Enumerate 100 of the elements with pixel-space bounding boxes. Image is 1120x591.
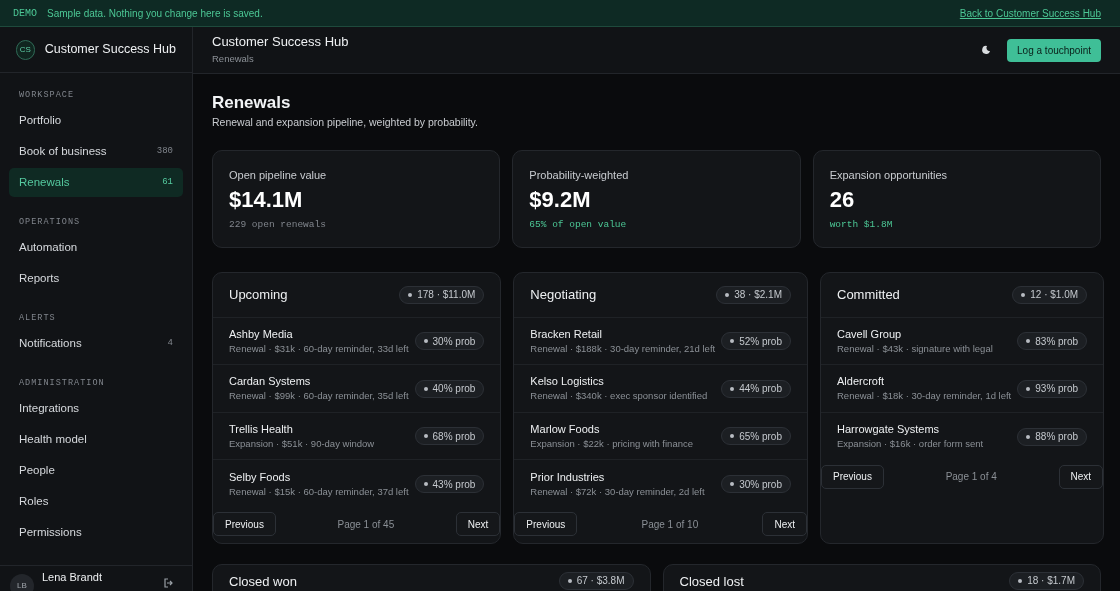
item-label: People [19,462,55,478]
count-pill: 65% prob [721,427,791,445]
demo-tag: DEMO [13,5,37,21]
item-count: 61 [162,175,173,189]
column-title: Closed won [229,572,297,591]
sidebar-item[interactable]: Book of business 380 [9,137,183,166]
account-detail: Expansion · $22k · pricing with finance [530,436,693,451]
sidebar-item[interactable]: Portfolio [9,106,183,135]
next-button[interactable]: Next [1058,464,1104,489]
stat-value: $14.1M [229,186,304,215]
count-pill: 88% prob [1017,427,1088,446]
sidebar-item[interactable]: Reports [9,264,183,293]
account-name: Kelso Logistics [530,374,605,388]
sidebar-item[interactable]: Permissions [9,518,183,547]
sidebar-item[interactable]: Notifications 4 [9,329,183,358]
sidebar-item[interactable]: Automation [9,233,183,262]
item-label: Roles [19,493,49,509]
account-name: Ashby Media [229,326,294,341]
account-name: Aldercroft [837,374,886,388]
account-detail: Renewal · $15k · 60-day reminder, 37d left [229,484,409,499]
moon-icon[interactable] [981,45,992,55]
column-title: Committed [837,286,900,304]
column-title: Upcoming [229,286,288,304]
section-heading: ADMINISTRATION [18,377,106,391]
item-label: Notifications [19,335,82,351]
item-label: Integrations [19,400,80,416]
count-pill: 18 · $1.7M [1009,571,1084,590]
count-pill: 38 · $2.1M [716,285,791,304]
count-pill: 68% prob [414,427,485,445]
stat-value: 26 [829,186,856,215]
item-label: Reports [19,270,60,286]
account-name: Marlow Foods [530,421,601,436]
count-pill: 93% prob [1017,379,1088,398]
app-name: Customer Success Hub [44,41,176,59]
account-detail: Renewal · $31k · 60-day reminder, 33d left [229,341,409,356]
sidebar-item[interactable]: Roles [9,487,183,516]
stat-label: Open pipeline value [229,167,328,183]
account-detail: Renewal · $99k · 60-day reminder, 35d left [229,389,409,403]
account-name: Harrowgate Systems [837,422,941,436]
sidebar-item[interactable]: Renewals 61 [9,168,183,197]
logo-badge: CS [16,39,35,60]
item-label: Portfolio [19,112,62,128]
account-name: Trellis Health [229,421,294,436]
count-pill: 52% prob [721,332,791,350]
item-count: 4 [167,336,173,350]
stat-label: Expansion opportunities [829,167,949,183]
stat-note: 229 open renewals [229,218,327,233]
breadcrumb: Renewals [212,52,255,67]
account-detail: Expansion · $16k · order form sent [837,437,984,451]
page-title: Renewals [212,93,292,113]
count-pill: 44% prob [721,379,791,398]
stat-note: 65% of open value [529,218,628,233]
account-detail: Expansion · $51k · 90-day window [229,436,375,451]
item-label: Permissions [19,524,82,540]
count-pill: 67 · $3.8M [558,571,634,590]
previous-button[interactable]: Previous [821,464,884,489]
count-pill: 30% prob [721,475,791,493]
stat-value: $9.2M [529,186,592,215]
count-pill: 43% prob [414,475,485,493]
back-link[interactable]: Back to Customer Success Hub [959,5,1101,21]
item-label: Renewals [19,174,70,190]
page-indicator: Page 1 of 4 [945,470,997,485]
sidebar-item[interactable]: Health model [9,425,183,454]
stat-note: worth $1.8M [829,218,894,233]
account-name: Cavell Group [837,326,903,341]
previous-button[interactable]: Previous [213,512,276,537]
count-pill: 12 · $1.0M [1012,285,1088,304]
item-label: Automation [19,239,78,255]
count-pill: 30% prob [414,332,485,350]
user-name: Lena Brandt [42,571,103,583]
section-heading: WORKSPACE [18,89,76,103]
section-heading: OPERATIONS [18,216,82,230]
account-name: Bracken Retail [530,326,603,341]
banner-message: Sample data. Nothing you change here is saved. [47,6,264,21]
column-title: Negotiating [530,286,597,304]
account-detail: Renewal · $72k · 30-day reminder, 2d left [530,484,705,499]
count-pill: 178 · $11.0M [399,285,485,304]
sidebar-item[interactable]: People [9,456,183,485]
sidebar-item[interactable]: Integrations [9,394,183,423]
account-name: Selby Foods [229,469,292,484]
next-button[interactable]: Next [455,512,501,537]
account-detail: Renewal · $43k · signature with legal [837,341,993,356]
user-avatar: LB [10,574,34,591]
section-heading: ALERTS [18,312,57,326]
item-label: Health model [19,431,87,447]
previous-button[interactable]: Previous [514,512,578,537]
next-button[interactable]: Next [762,512,807,537]
page-subtitle: Renewal and expansion pipeline, weighted by probability. [212,115,479,130]
stat-label: Probability-weighted [529,167,630,183]
account-detail: Renewal · $340k · exec sponsor identified [530,389,708,403]
page-indicator: Page 1 of 10 [641,517,699,532]
count-pill: 83% prob [1017,332,1088,350]
log-touchpoint-button[interactable]: Log a touchpoint [1007,38,1101,62]
header-title: Customer Success Hub [212,33,349,51]
sign-out-icon[interactable] [164,578,174,588]
column-title: Closed lost [679,572,744,591]
account-detail: Renewal · $188k · 30-day reminder, 21d left [530,341,716,356]
account-name: Cardan Systems [229,374,312,388]
account-name: Prior Industries [530,469,606,484]
page-indicator: Page 1 of 45 [337,517,395,532]
